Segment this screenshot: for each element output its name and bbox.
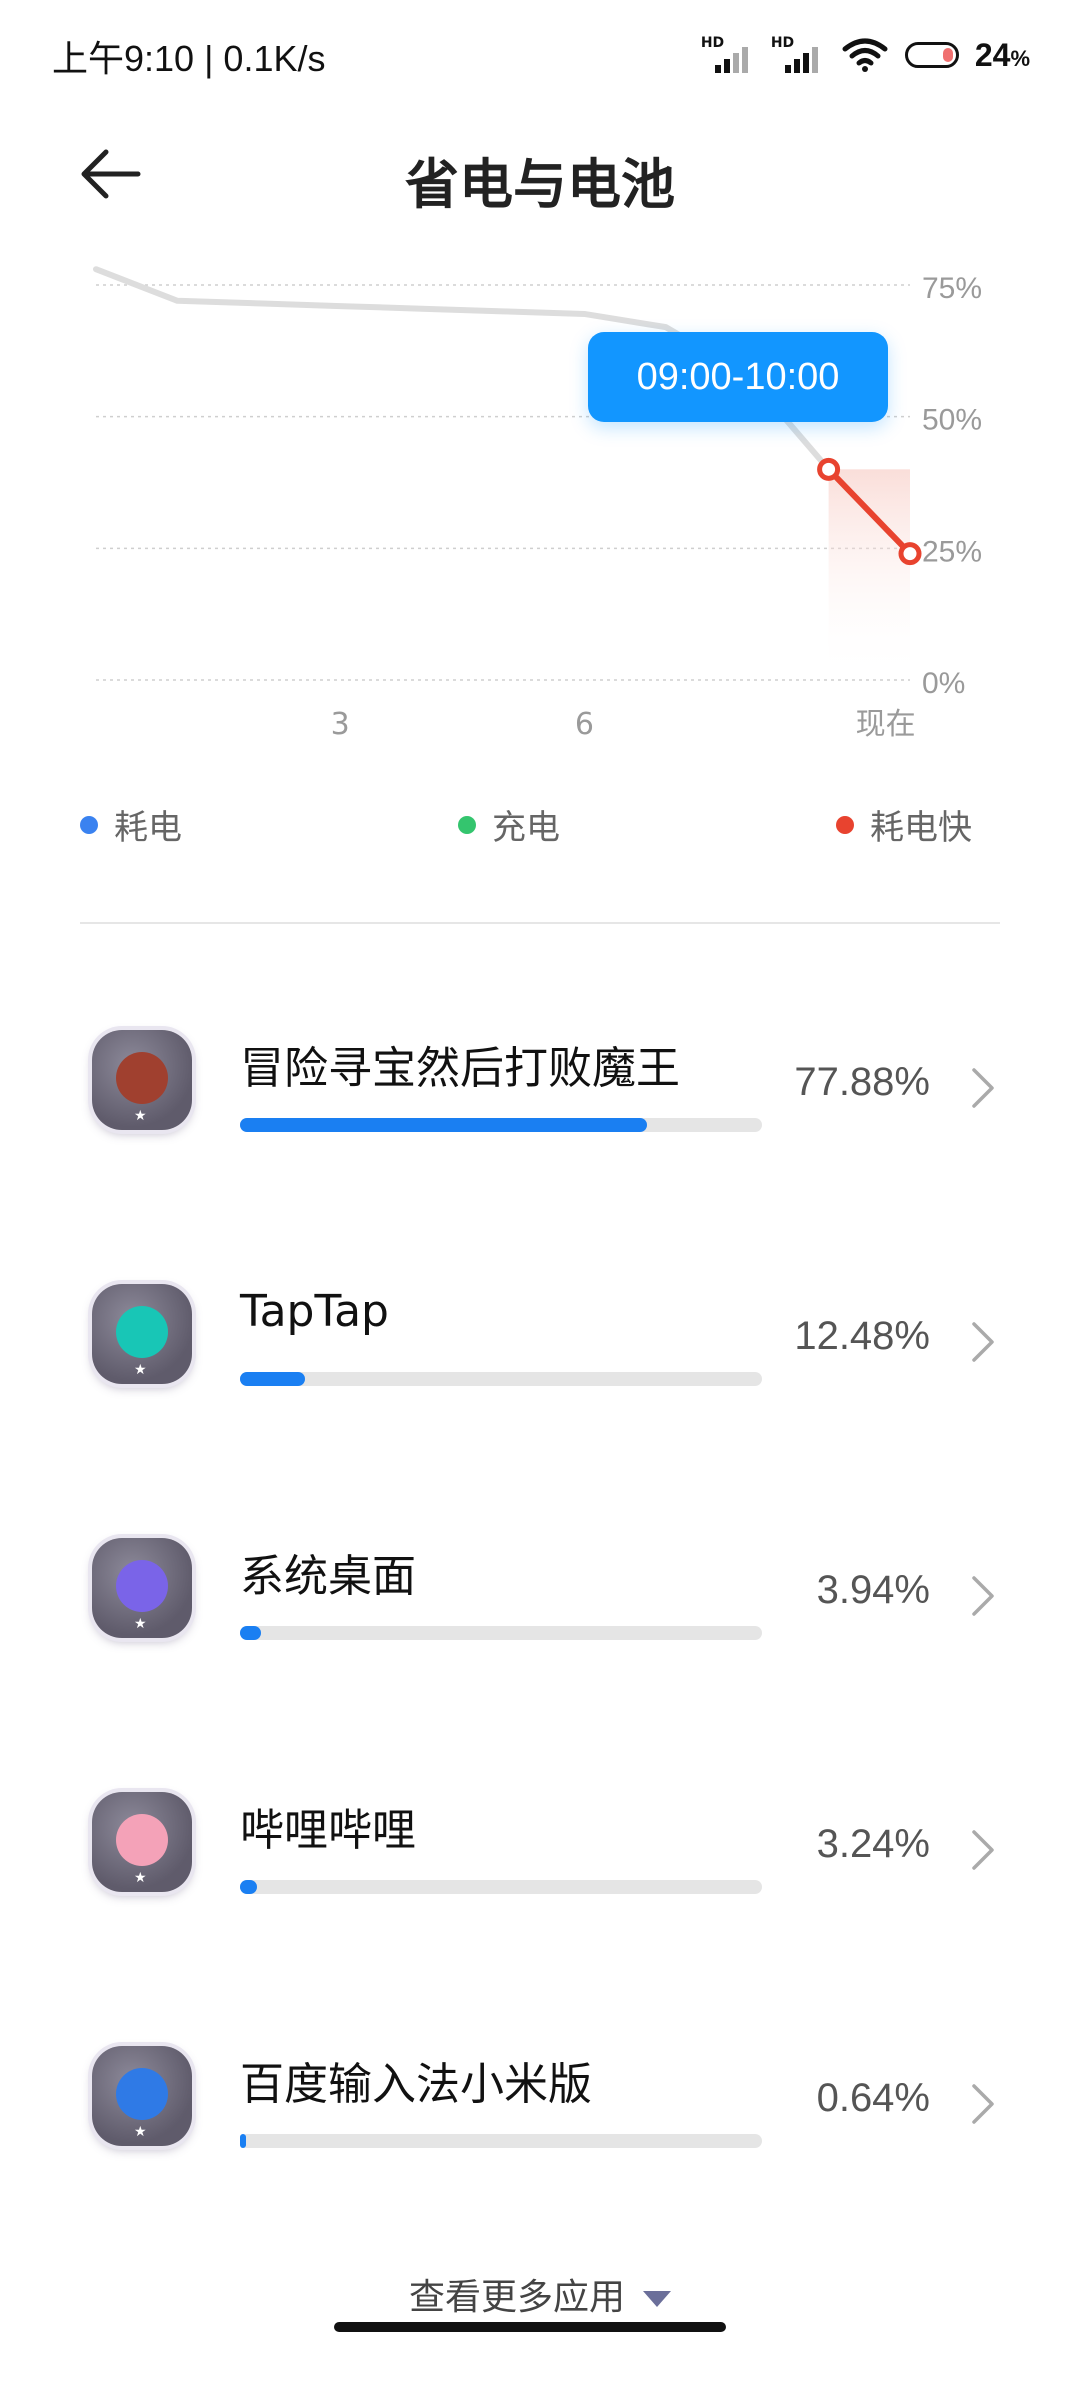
fast-drain-point: [817, 457, 841, 481]
x-tick-label: 3: [331, 707, 350, 742]
app-name: 哔哩哔哩: [240, 1805, 416, 1856]
list-item-app-2[interactable]: ★ TapTap 12.48%: [0, 1254, 1080, 1454]
legend-dot-icon: [836, 815, 854, 834]
usage-bar-fill: [240, 1626, 261, 1640]
usage-bar: [240, 1372, 762, 1386]
triangle-down-icon: [643, 2291, 671, 2307]
list-item-app-3[interactable]: ★ 系统桌面 3.94%: [0, 1508, 1080, 1708]
usage-bar-fill: [240, 2134, 247, 2148]
x-tick-label: 6: [575, 707, 594, 742]
battery-percent: 24%: [974, 36, 1030, 73]
chevron-right-icon: [972, 1830, 994, 1870]
usage-percent: 3.24%: [816, 1822, 930, 1866]
fast-drain-point: [898, 542, 922, 566]
legend-dot-icon: [458, 815, 476, 834]
app-name: 百度输入法小米版: [240, 2059, 592, 2110]
usage-bar: [240, 1626, 762, 1640]
usage-percent: 3.94%: [816, 1568, 930, 1612]
status-time-speed: 上午9:10 | 0.1K/s: [52, 38, 326, 79]
usage-percent: 12.48%: [794, 1314, 930, 1358]
chevron-right-icon: [972, 1068, 994, 1108]
signal-icon: HD: [771, 35, 825, 75]
header: 省电与电池: [0, 108, 1080, 238]
legend-item-charging: 充电: [458, 800, 560, 849]
list-item-app-5[interactable]: ★ 百度输入法小米版 0.64%: [0, 2016, 1080, 2216]
status-bar: 上午9:10 | 0.1K/s HD HD 24%: [0, 0, 1080, 108]
page-title: 省电与电池: [405, 153, 675, 216]
bilibili-icon: ★: [92, 1792, 192, 1892]
legend-dot-icon: [80, 815, 98, 834]
chevron-right-icon: [972, 2084, 994, 2124]
y-tick-label: 75%: [922, 272, 982, 305]
app-name: 冒险寻宝然后打败魔王: [240, 1043, 680, 1094]
battery-icon: [904, 42, 959, 68]
legend-label: 耗电快: [870, 808, 972, 848]
y-tick-label: 50%: [922, 404, 982, 437]
taptap-icon: ★: [92, 1284, 192, 1384]
usage-bar: [240, 1880, 762, 1894]
wifi-icon: [842, 38, 888, 72]
usage-bar: [240, 1118, 762, 1132]
legend-label: 耗电: [114, 808, 182, 848]
game-icon: ★: [92, 1030, 192, 1130]
chevron-right-icon: [972, 1322, 994, 1362]
legend-item-fast-drain: 耗电快: [836, 800, 972, 849]
chart-legend: 耗电 充电 耗电快: [0, 800, 1080, 870]
list-item-app-1[interactable]: ★ 冒险寻宝然后打败魔王 77.88%: [0, 1000, 1080, 1200]
legend-label: 充电: [492, 808, 560, 848]
usage-percent: 77.88%: [794, 1060, 930, 1104]
y-tick-label: 0%: [922, 667, 965, 700]
view-more-label: 查看更多应用: [408, 2277, 625, 2318]
usage-bar-fill: [240, 1880, 257, 1894]
list-item-app-4[interactable]: ★ 哔哩哔哩 3.24%: [0, 1762, 1080, 1962]
legend-item-drain: 耗电: [80, 800, 182, 849]
home-icon: ★: [92, 1538, 192, 1638]
fast-drain-area: [828, 469, 910, 680]
x-tick-label: 现在: [856, 707, 916, 742]
view-more-apps-button[interactable]: 查看更多应用: [0, 2268, 1080, 2320]
usage-bar-fill: [240, 1372, 306, 1386]
y-tick-label: 25%: [922, 535, 982, 568]
app-name: 系统桌面: [240, 1551, 416, 1602]
usage-bar-fill: [240, 1118, 647, 1132]
status-icons: HD HD 24%: [701, 30, 1030, 80]
baidu-input-icon: ★: [92, 2046, 192, 2146]
app-name: TapTap: [240, 1286, 389, 1337]
chevron-right-icon: [972, 1576, 994, 1616]
signal-icon: HD: [701, 35, 755, 75]
battery-chart-svg: 75% 50% 25% 0% 3 6 现在: [93, 266, 982, 742]
usage-percent: 0.64%: [816, 2076, 930, 2120]
chart-tooltip: 09:00-10:00: [588, 332, 888, 422]
usage-bar: [240, 2134, 762, 2148]
battery-chart[interactable]: 75% 50% 25% 0% 3 6 现在 09:00-10:00: [0, 240, 1080, 760]
home-indicator[interactable]: [334, 2322, 726, 2332]
divider: [80, 922, 1000, 924]
